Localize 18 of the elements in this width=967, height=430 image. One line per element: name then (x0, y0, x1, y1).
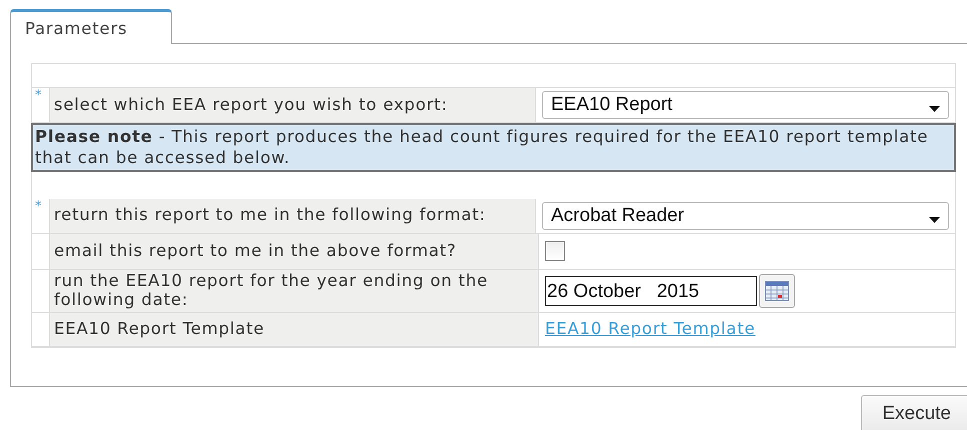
caret-icon (929, 216, 940, 223)
dropdown[interactable]: EEA10 Report (542, 91, 949, 119)
checkbox[interactable] (545, 241, 565, 262)
note-text: Please note - This report produces the head count figures required for the EEA10 report template that can be accessed below. (31, 123, 956, 172)
field-label: select which EEA report you wish to export: (54, 96, 448, 114)
field-label: email this report to me in the above format? (54, 242, 456, 261)
date-field[interactable]: 26 October 2015 (545, 276, 757, 306)
calendar-icon (765, 280, 789, 301)
dropdown[interactable]: Acrobat Reader (542, 202, 949, 230)
field-label: return this report to me in the following format: (54, 206, 486, 226)
caret-icon (929, 106, 940, 112)
execute-button[interactable]: Execute (861, 395, 967, 430)
required-mark: * (35, 88, 42, 103)
required-mark: * (35, 198, 42, 214)
field-label: EEA10 Report Template (54, 320, 264, 339)
tab[interactable]: Parameters (10, 9, 172, 44)
calendar-button[interactable] (759, 274, 795, 308)
field-label: run the EEA10 report for the year ending on the following date: (54, 272, 489, 310)
